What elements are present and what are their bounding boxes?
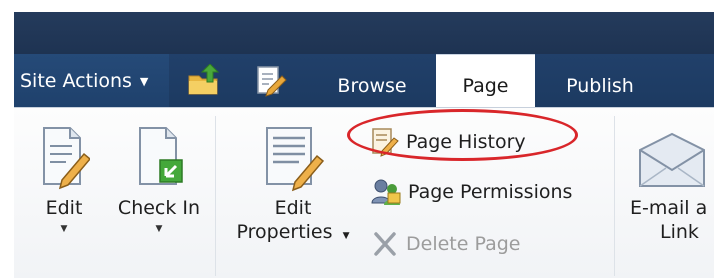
title-band — [14, 12, 714, 54]
page-permissions-label: Page Permissions — [408, 181, 573, 203]
tab-publish-label: Publish — [566, 74, 634, 97]
edit-document-icon — [43, 127, 92, 190]
chevron-down-icon: ▼ — [155, 224, 163, 234]
sharepoint-ribbon-window: Site Actions ▼ Browse Page Publish Edit … — [0, 0, 714, 278]
tab-browse-label: Browse — [337, 74, 407, 97]
edit-label: Edit — [45, 197, 83, 219]
chevron-down-icon: ▼ — [60, 224, 68, 234]
delete-page-button[interactable]: Delete Page — [370, 226, 520, 262]
email-a-link-line1: E-mail a — [630, 197, 708, 219]
page-history-icon — [372, 128, 399, 157]
site-actions-label: Site Actions — [20, 69, 132, 92]
tab-browse[interactable]: Browse — [326, 54, 418, 107]
email-a-link-line2: Link — [660, 221, 699, 243]
edit-properties-label-line2: Properties ▼ — [228, 220, 358, 248]
ribbon-body: Edit ▼ Check In ▼ Edit Properties ▼ Page… — [14, 107, 714, 278]
edit-properties-button[interactable]: Edit Properties ▼ — [228, 108, 358, 248]
delete-page-label: Delete Page — [406, 233, 521, 255]
edit-properties-label-line1: Edit — [274, 197, 312, 219]
edit-properties-icon — [266, 127, 325, 192]
edit-page-icon[interactable] — [254, 64, 288, 98]
edit-properties-label-text: Properties — [236, 221, 333, 243]
tab-publish[interactable]: Publish — [554, 54, 646, 107]
page-history-label: Page History — [406, 131, 526, 153]
permissions-icon — [371, 179, 401, 205]
group-divider — [215, 116, 216, 276]
email-a-link-button[interactable]: E-mail a Link — [626, 108, 714, 244]
check-in-label: Check In — [117, 197, 201, 219]
navigate-up-icon[interactable] — [187, 64, 221, 98]
check-in-button[interactable]: Check In ▼ — [116, 108, 202, 234]
edit-button[interactable]: Edit ▼ — [34, 108, 94, 234]
envelope-icon — [639, 132, 705, 187]
check-in-icon — [139, 127, 183, 185]
page-permissions-button[interactable]: Page Permissions — [370, 174, 572, 210]
ribbon-tab-row: Site Actions ▼ Browse Page Publish — [14, 54, 714, 109]
delete-x-icon — [374, 232, 396, 256]
chevron-down-icon: ▼ — [342, 231, 350, 241]
chevron-down-icon: ▼ — [139, 75, 149, 88]
site-actions-menu[interactable]: Site Actions ▼ — [14, 54, 169, 107]
page-history-button[interactable]: Page History — [370, 124, 526, 160]
group-divider — [614, 116, 615, 276]
tab-page-label: Page — [462, 75, 509, 97]
tab-page[interactable]: Page — [436, 54, 535, 109]
